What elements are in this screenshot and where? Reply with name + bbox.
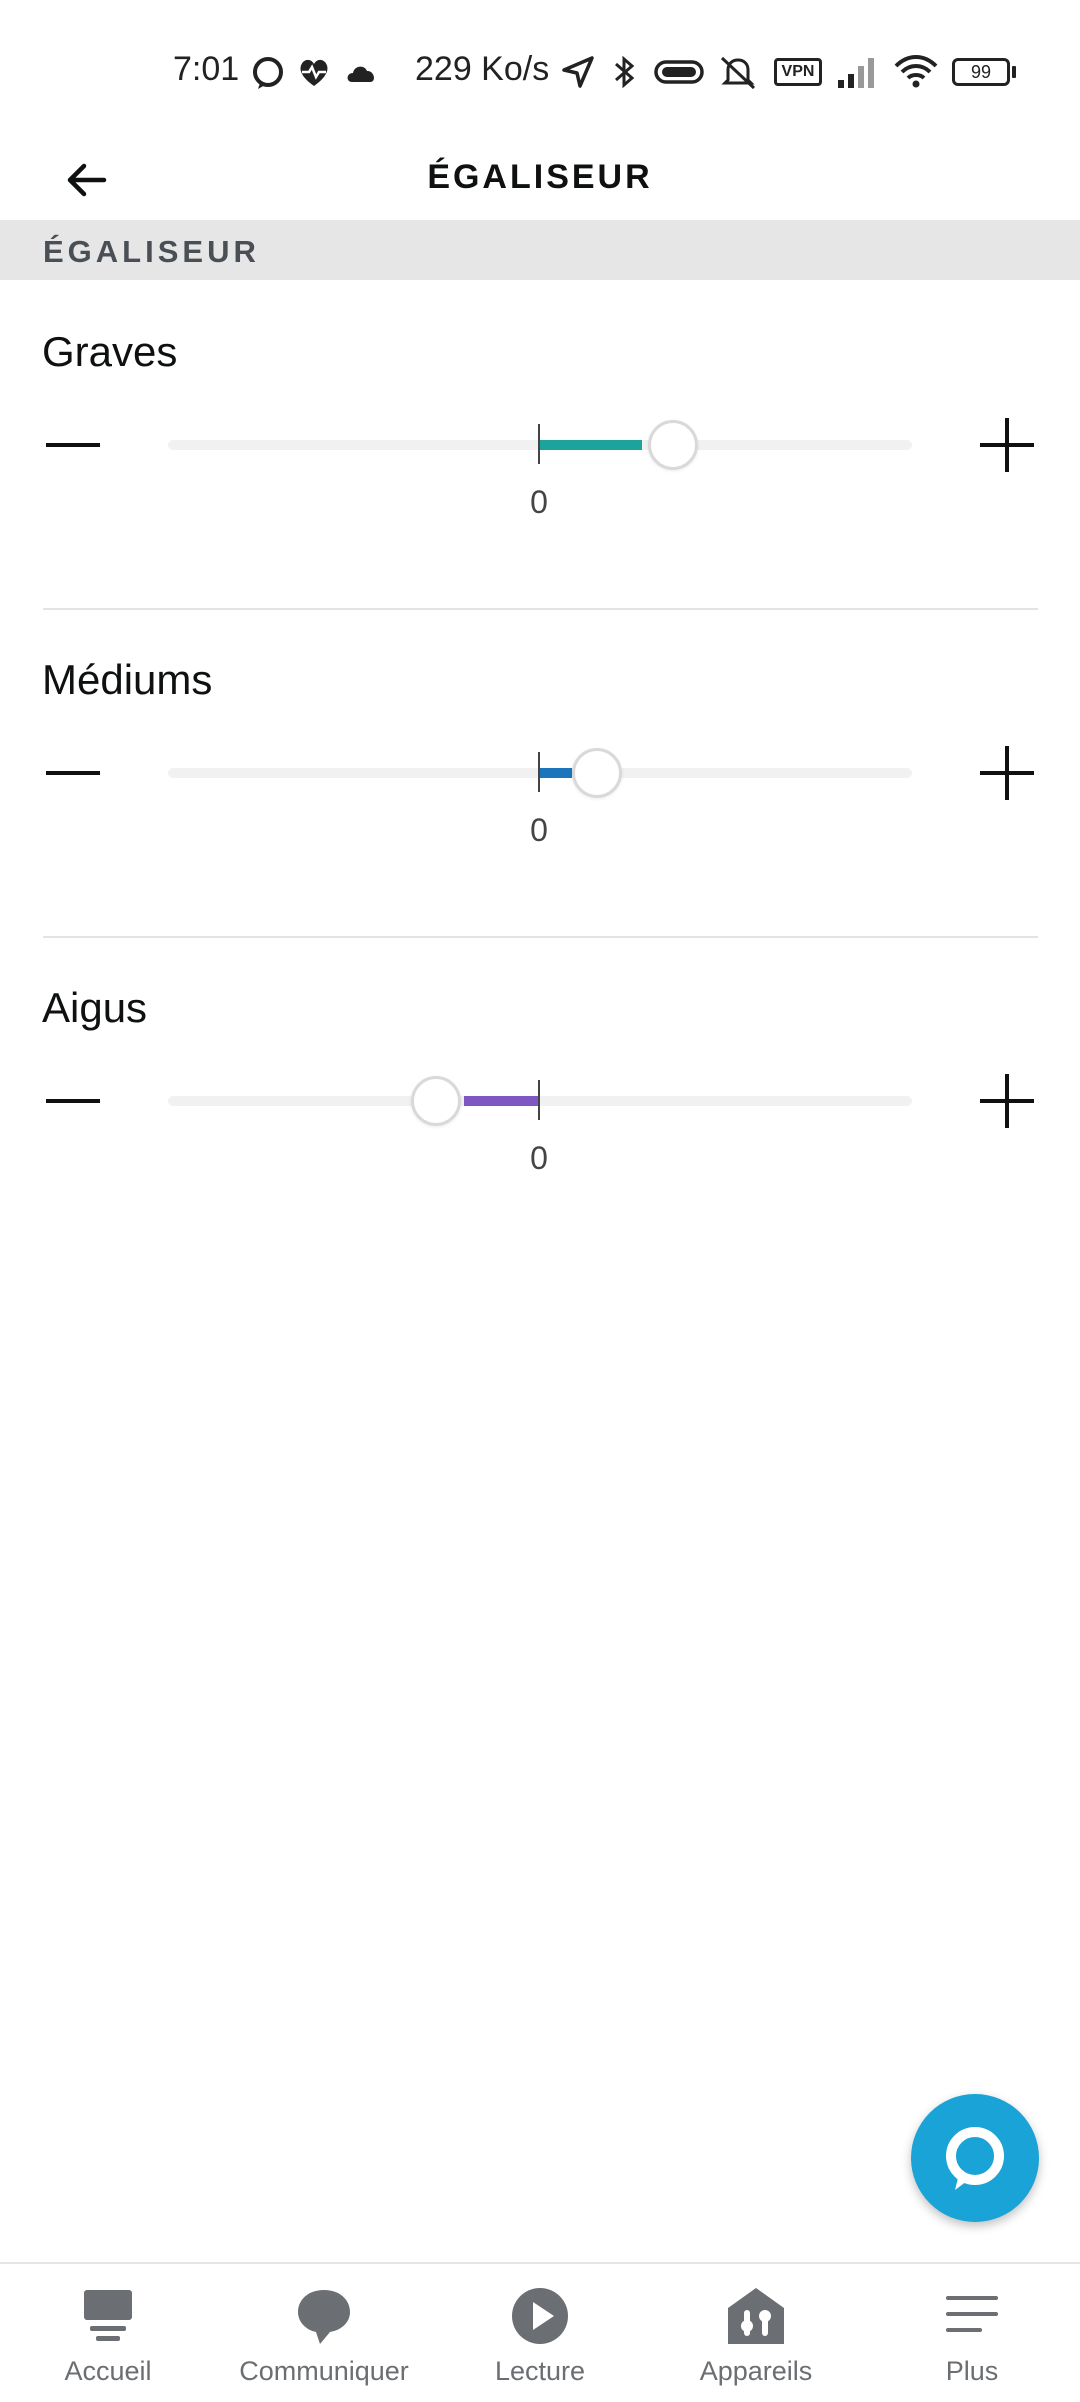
nav-label: Plus <box>945 2356 999 2386</box>
center-tick <box>538 1080 540 1120</box>
plus-icon[interactable] <box>974 740 1040 806</box>
band-mid: Médiums 0 <box>0 610 1080 938</box>
slider-fill <box>540 768 572 778</box>
nav-item-lecture[interactable]: Lecture <box>432 2264 648 2402</box>
menu-icon <box>946 2296 998 2332</box>
nav-label: Appareils <box>699 2356 813 2386</box>
vibrate-ring-icon <box>654 60 704 84</box>
slider-fill <box>540 440 642 450</box>
alarm-off-icon <box>720 56 756 90</box>
status-time: 7:01 <box>173 50 240 88</box>
devices-icon <box>728 2288 784 2344</box>
bottom-nav: Accueil Communiquer Lecture Appareils Pl… <box>0 2262 1080 2402</box>
band-name: Médiums <box>42 656 213 703</box>
band-value: 0 <box>530 812 548 848</box>
nav-item-accueil[interactable]: Accueil <box>0 2264 216 2402</box>
minus-icon[interactable] <box>40 1068 106 1134</box>
band-name: Aigus <box>42 984 148 1031</box>
bluetooth-icon <box>615 55 635 89</box>
nav-label: Accueil <box>64 2356 152 2386</box>
band-value: 0 <box>530 1140 548 1176</box>
slider-track[interactable] <box>168 1096 912 1106</box>
status-bar: 7:01 229 Ko/s VPN 99 <box>0 0 1080 140</box>
nav-item-appareils[interactable]: Appareils <box>648 2264 864 2402</box>
slider-thumb[interactable] <box>572 748 622 798</box>
minus-icon[interactable] <box>40 740 106 806</box>
alexa-status-icon <box>253 57 283 89</box>
page-title: ÉGALISEUR <box>427 158 653 196</box>
section-label: ÉGALISEUR <box>43 234 260 269</box>
center-tick <box>538 752 540 792</box>
nav-item-plus[interactable]: Plus <box>864 2264 1080 2402</box>
vpn-badge: VPN <box>774 58 822 86</box>
band-value: 0 <box>530 484 548 520</box>
play-icon <box>512 2288 568 2344</box>
alexa-icon <box>946 2127 1004 2190</box>
home-icon <box>84 2290 132 2341</box>
signal-icon <box>838 58 874 88</box>
app-header: ÉGALISEUR <box>0 140 1080 220</box>
wifi-icon <box>894 55 938 88</box>
location-icon <box>562 56 594 88</box>
section-header: ÉGALISEUR <box>0 220 1080 280</box>
band-name: Graves <box>42 328 178 375</box>
battery-level: 99 <box>970 62 992 82</box>
battery-tip <box>1012 66 1016 78</box>
band-bass: Graves 0 <box>0 282 1080 610</box>
heart-pulse-icon <box>300 59 328 86</box>
slider-fill <box>464 1096 540 1106</box>
slider-thumb[interactable] <box>648 420 698 470</box>
center-tick <box>538 424 540 464</box>
minus-icon[interactable] <box>40 412 106 478</box>
plus-icon[interactable] <box>974 412 1040 478</box>
band-treble: Aigus 0 <box>0 938 1080 1266</box>
plus-icon[interactable] <box>974 1068 1040 1134</box>
cloud-icon <box>347 66 374 82</box>
slider-thumb[interactable] <box>411 1076 461 1126</box>
battery-icon: 99 <box>952 58 1010 86</box>
nav-label: Communiquer <box>239 2356 409 2386</box>
nav-item-communiquer[interactable]: Communiquer <box>216 2264 432 2402</box>
chat-bubble-icon <box>298 2290 350 2344</box>
status-speed: 229 Ko/s <box>415 50 550 88</box>
nav-label: Lecture <box>494 2356 586 2386</box>
alexa-button[interactable] <box>911 2094 1039 2222</box>
